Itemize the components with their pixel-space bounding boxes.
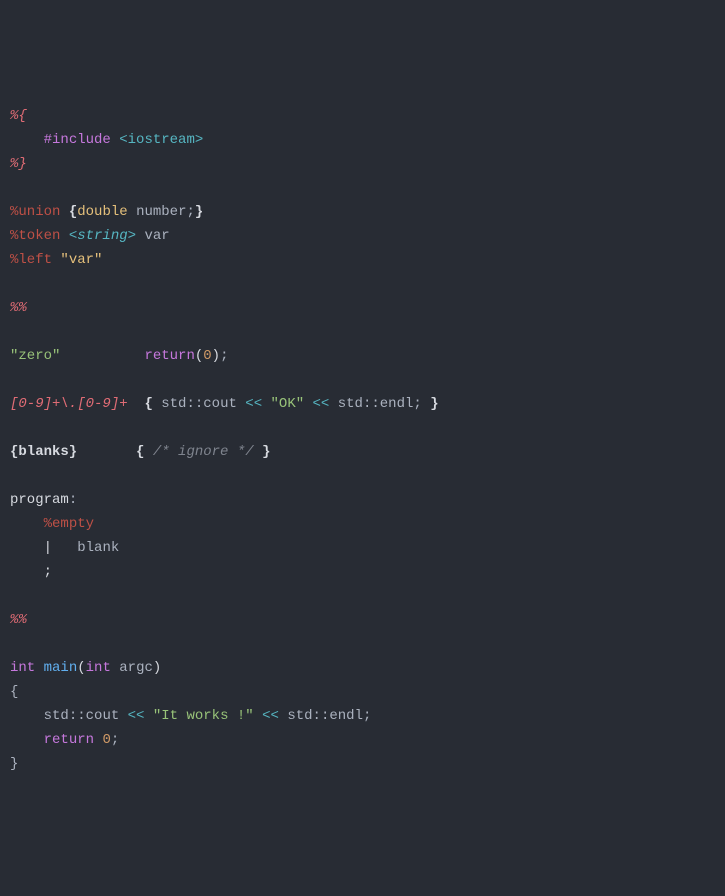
comment-ignore: /* ignore */ (153, 444, 254, 460)
percent-close-brace: %} (10, 156, 27, 172)
section-separator: %% (10, 612, 27, 628)
pipe: | (44, 540, 52, 556)
section-separator: %% (10, 300, 27, 316)
regex-pattern: [0-9]+\.[0-9]+ (10, 396, 128, 412)
return-keyword: return (44, 732, 94, 748)
line-19: | blank (10, 540, 119, 556)
line-17: program: (10, 492, 77, 508)
line-3: %} (10, 156, 27, 172)
number-literal: 0 (102, 732, 110, 748)
line-28: } (10, 756, 18, 772)
line-27: return 0; (10, 732, 119, 748)
string-zero: "zero" (10, 348, 60, 364)
empty-directive: %empty (44, 516, 94, 532)
line-9: %% (10, 300, 27, 316)
string-it-works: "It works !" (153, 708, 254, 724)
left-token: "var" (60, 252, 102, 268)
param-argc: argc (119, 660, 153, 676)
rule-program: program (10, 492, 69, 508)
line-11: "zero" return(0); (10, 348, 228, 364)
left-directive: %left (10, 252, 52, 268)
type-double: double (77, 204, 127, 220)
number-literal: 0 (203, 348, 211, 364)
rule-blank: blank (77, 540, 119, 556)
line-20: ; (10, 564, 52, 580)
return-keyword: return (144, 348, 194, 364)
line-6: %token <string> var (10, 228, 170, 244)
string-ok: "OK" (271, 396, 305, 412)
include-directive: #include (44, 132, 111, 148)
line-15: {blanks} { /* ignore */ } (10, 444, 270, 460)
percent-open-brace: %{ (10, 108, 27, 124)
line-18: %empty (10, 516, 94, 532)
token-name: var (144, 228, 169, 244)
token-type: <string> (69, 228, 136, 244)
line-1: %{ (10, 108, 27, 124)
union-directive: %union (10, 204, 60, 220)
function-main: main (44, 660, 78, 676)
line-24: int main(int argc) (10, 660, 161, 676)
line-22: %% (10, 612, 27, 628)
type-int: int (86, 660, 111, 676)
union-member: number (136, 204, 186, 220)
line-26: std::cout << "It works !" << std::endl; (10, 708, 371, 724)
brace-open: { (69, 204, 77, 220)
brace-close: } (195, 204, 203, 220)
type-int: int (10, 660, 35, 676)
include-header: <iostream> (119, 132, 203, 148)
token-directive: %token (10, 228, 60, 244)
blanks-pattern: {blanks} (10, 444, 77, 460)
code-block: %{ #include <iostream> %} %union {double… (10, 104, 715, 776)
line-25: { (10, 684, 18, 700)
line-5: %union {double number;} (10, 204, 203, 220)
line-13: [0-9]+\.[0-9]+ { std::cout << "OK" << st… (10, 396, 439, 412)
line-2: #include <iostream> (10, 132, 203, 148)
line-7: %left "var" (10, 252, 102, 268)
